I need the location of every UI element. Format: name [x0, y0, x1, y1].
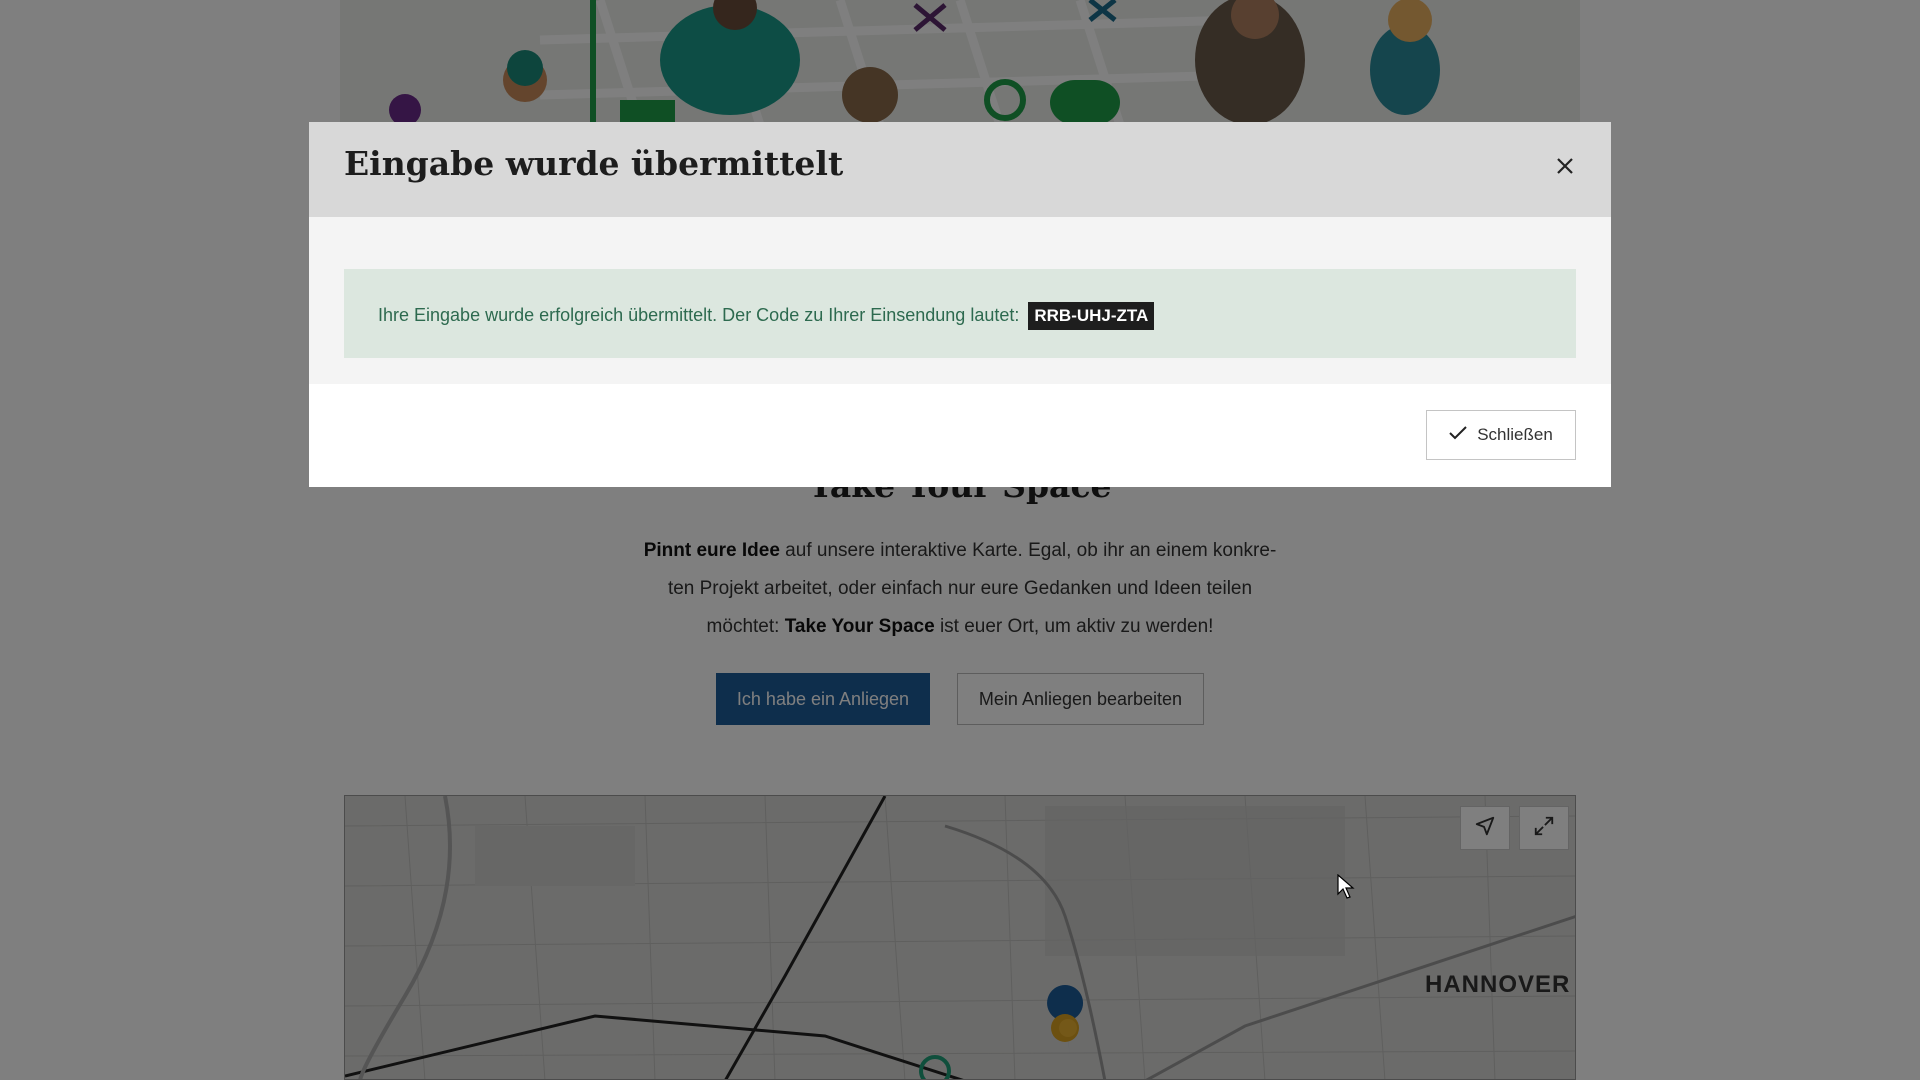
modal-body: Ihre Eingabe wurde erfolgreich übermitte…: [309, 217, 1611, 384]
modal-header: Eingabe wurde übermittelt: [309, 122, 1611, 217]
modal-footer: Schließen: [309, 384, 1611, 487]
close-modal-label: Schließen: [1477, 425, 1553, 444]
submission-code: RRB-UHJ-ZTA: [1028, 302, 1155, 330]
close-icon: [1556, 157, 1574, 180]
success-modal: Eingabe wurde übermittelt Ihre Eingabe w…: [309, 122, 1611, 487]
close-modal-button[interactable]: Schließen: [1426, 410, 1576, 460]
mouse-cursor-icon: [1337, 873, 1355, 905]
check-icon: [1449, 425, 1467, 446]
alert-text: Ihre Eingabe wurde erfolgreich übermitte…: [378, 302, 1155, 330]
alert-message: Ihre Eingabe wurde erfolgreich übermitte…: [378, 305, 1020, 325]
modal-title: Eingabe wurde übermittelt: [344, 144, 844, 183]
modal-close-button[interactable]: [1547, 150, 1583, 186]
success-alert: Ihre Eingabe wurde erfolgreich übermitte…: [344, 269, 1576, 358]
